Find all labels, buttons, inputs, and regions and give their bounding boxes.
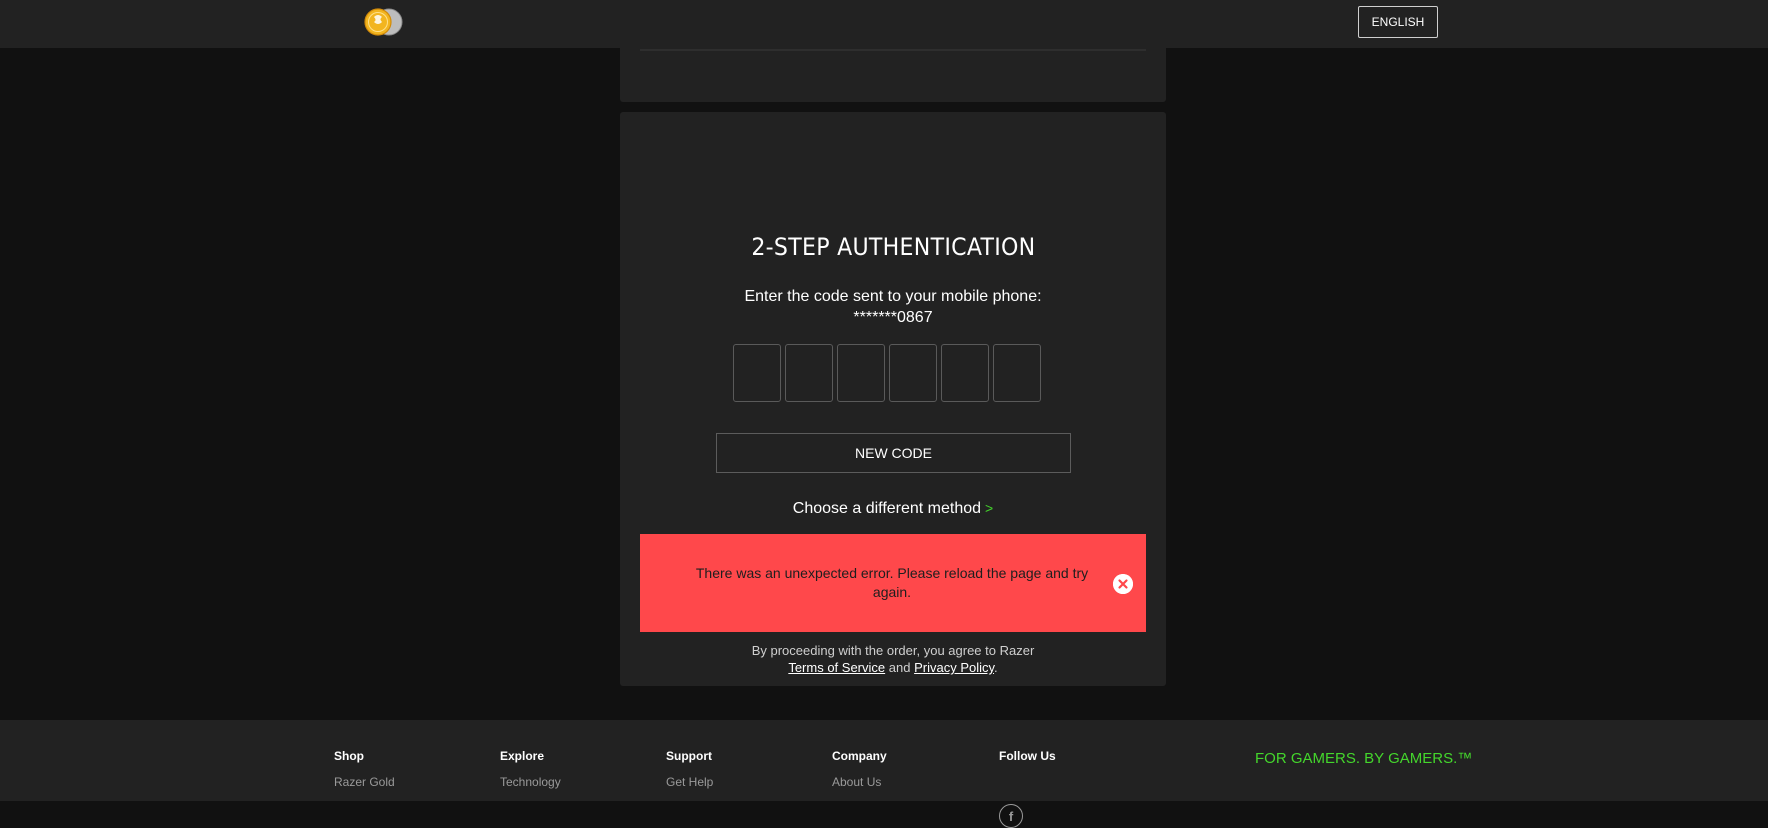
language-selector-button[interactable]: ENGLISH <box>1358 6 1438 38</box>
footer-slogan: FOR GAMERS. BY GAMERS.™ <box>1255 750 1473 767</box>
otp-digit-5-input[interactable] <box>941 344 989 402</box>
page-title: 2-STEP AUTHENTICATION <box>620 233 1166 261</box>
footer-link-technology[interactable]: Technology <box>500 775 561 789</box>
footer-heading-shop: Shop <box>334 749 364 763</box>
otp-digit-2-input[interactable] <box>785 344 833 402</box>
footer-link-get-help[interactable]: Get Help <box>666 775 713 789</box>
error-message: There was an unexpected error. Please re… <box>695 565 1089 600</box>
legal-suffix: . <box>994 660 998 675</box>
footer-heading-company: Company <box>832 749 887 763</box>
error-alert: There was an unexpected error. Please re… <box>640 534 1146 632</box>
legal-conjunction: and <box>888 660 911 675</box>
masked-phone-number: *******0867 <box>853 309 933 326</box>
footer-link-about-us[interactable]: About Us <box>832 775 887 789</box>
facebook-icon[interactable]: f <box>999 804 1023 828</box>
previous-section-card <box>620 44 1166 102</box>
different-method-label: Choose a different method <box>792 500 982 517</box>
footer-column-company: Company About Us <box>832 749 887 789</box>
footer-column-explore: Explore Technology <box>500 749 561 789</box>
privacy-policy-link[interactable]: Privacy Policy <box>914 660 994 675</box>
section-divider <box>640 49 1146 51</box>
otp-digit-4-input[interactable] <box>889 344 937 402</box>
instruction-text: Enter the code sent to your mobile phone… <box>744 288 1042 305</box>
legal-prefix: By proceeding with the order, you agree … <box>751 643 1035 658</box>
footer-heading-follow-us: Follow Us <box>999 749 1056 763</box>
footer-link-razer-gold[interactable]: Razer Gold <box>334 775 395 789</box>
otp-digit-3-input[interactable] <box>837 344 885 402</box>
footer-heading-support: Support <box>666 749 712 763</box>
footer-heading-explore: Explore <box>500 749 545 763</box>
otp-digit-6-input[interactable] <box>993 344 1041 402</box>
footer-column-support: Support Get Help <box>666 749 713 789</box>
footer-column-shop: Shop Razer Gold <box>334 749 395 789</box>
chevron-right-icon: > <box>985 500 994 516</box>
otp-digit-1-input[interactable] <box>733 344 781 402</box>
site-footer: Shop Razer Gold Explore Technology Suppo… <box>0 720 1768 828</box>
top-navigation-bar: ENGLISH <box>0 0 1768 48</box>
two-step-auth-card: 2-STEP AUTHENTICATION Enter the code sen… <box>620 112 1166 686</box>
page-title-text: 2-STEP AUTHENTICATION <box>750 233 1036 261</box>
terms-of-service-link[interactable]: Terms of Service <box>788 660 885 675</box>
close-circle-icon[interactable] <box>1113 574 1133 594</box>
new-code-button[interactable]: NEW CODE <box>716 433 1071 473</box>
razer-gold-coin-logo-icon[interactable] <box>362 7 404 39</box>
footer-column-follow-us: Follow Us f <box>999 749 1056 828</box>
legal-disclaimer: By proceeding with the order, you agree … <box>620 642 1166 676</box>
code-instruction: Enter the code sent to your mobile phone… <box>620 286 1166 328</box>
choose-different-method-link[interactable]: Choose a different method > <box>620 500 1166 518</box>
otp-code-input-group <box>733 344 1041 402</box>
